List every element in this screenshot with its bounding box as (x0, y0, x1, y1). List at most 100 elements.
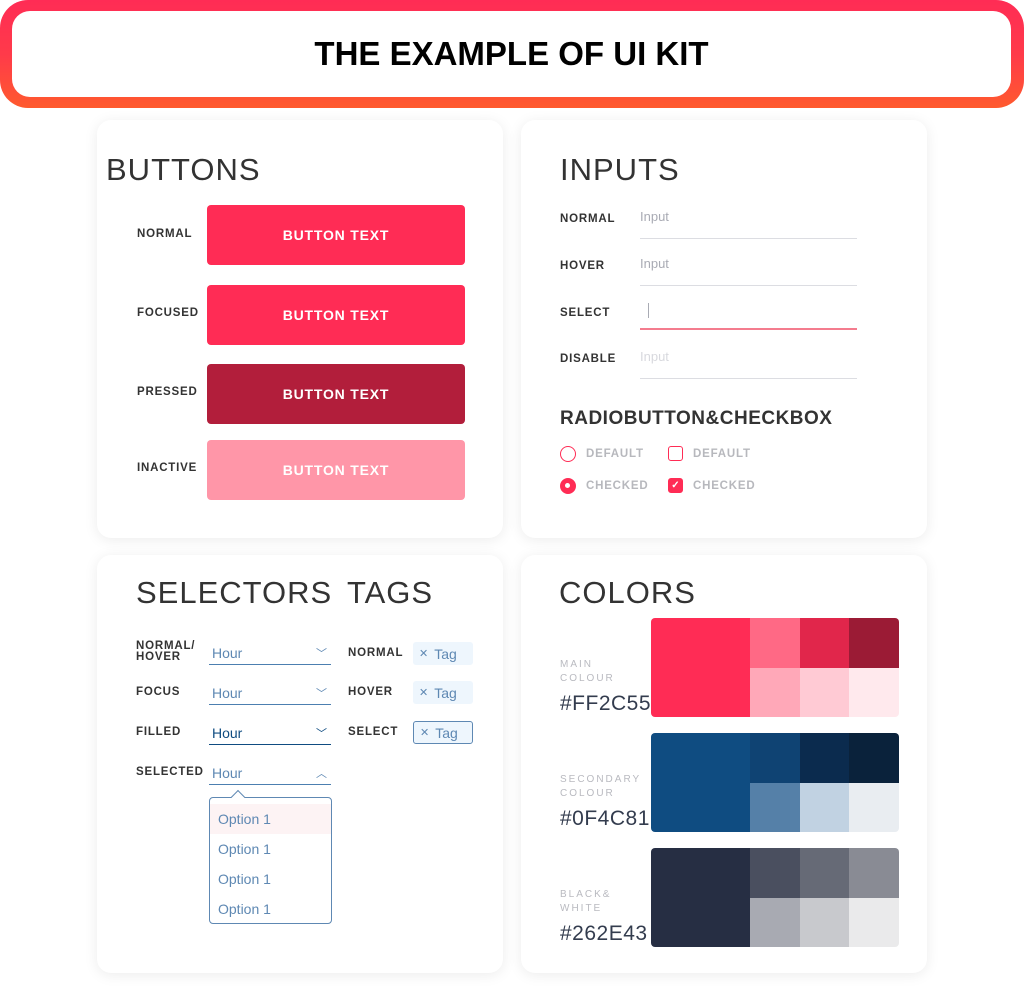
tag-selected[interactable]: ✕ Tag (413, 721, 473, 744)
checkmark-icon: ✓ (668, 478, 683, 493)
page-title: THE EXAMPLE OF UI KIT (314, 35, 709, 72)
radio-default[interactable]: DEFAULT (560, 446, 644, 462)
color-swatch[interactable] (750, 848, 800, 898)
inputs-title: INPUTS (560, 152, 680, 187)
disabled-input: Input (640, 349, 857, 379)
selector-state-label: SELECTED (136, 766, 204, 778)
palette-label: SECONDARY COLOUR (560, 773, 641, 801)
input-state-label: HOVER (560, 260, 605, 272)
color-swatch[interactable] (799, 668, 850, 717)
pressed-button[interactable]: BUTTON TEXT (207, 364, 465, 424)
header-banner-inner: THE EXAMPLE OF UI KIT (12, 11, 1011, 97)
selector-normal[interactable]: Hour ﹀ (209, 642, 331, 665)
color-swatch[interactable] (750, 618, 800, 668)
dropdown-option[interactable]: Option 1 (210, 804, 331, 834)
color-swatch[interactable] (799, 783, 850, 832)
tag-label: Tag (434, 684, 457, 701)
color-swatch[interactable] (849, 848, 899, 898)
tag-label: Tag (435, 724, 458, 741)
color-palette (651, 848, 899, 947)
color-swatch[interactable] (799, 733, 850, 783)
color-swatch[interactable] (849, 898, 899, 947)
color-swatch[interactable] (750, 733, 800, 783)
radio-label: CHECKED (586, 480, 649, 492)
selector-dropdown: Option 1 Option 1 Option 1 Option 1 (209, 797, 332, 924)
palette-label: MAIN COLOUR (560, 658, 615, 686)
dropdown-option[interactable]: Option 1 (210, 864, 331, 894)
palette-label-line: BLACK& (560, 889, 612, 900)
radio-checked[interactable]: CHECKED (560, 478, 648, 494)
input-state-label: DISABLE (560, 353, 617, 365)
selectors-tags-card: SELECTORS TAGS NORMAL/ HOVER Hour ﹀ FOCU… (97, 555, 503, 973)
selectors-title: SELECTORS (136, 575, 333, 610)
inactive-button[interactable]: BUTTON TEXT (207, 440, 465, 500)
close-icon[interactable]: ✕ (420, 726, 429, 739)
dropdown-option[interactable]: Option 1 (210, 894, 331, 924)
selector-state-label: NORMAL/ HOVER (136, 640, 195, 663)
radio-checked-icon (560, 478, 576, 494)
tag-hover[interactable]: ✕ Tag (413, 681, 473, 704)
colors-title: COLORS (559, 575, 696, 610)
palette-hex: #FF2C55 (560, 692, 652, 715)
color-swatch-main[interactable] (651, 733, 750, 832)
radio-label: DEFAULT (586, 448, 644, 460)
color-swatch[interactable] (849, 733, 899, 783)
color-swatch[interactable] (799, 898, 850, 947)
selector-value: Hour (212, 645, 243, 661)
selector-value: Hour (212, 725, 243, 741)
button-state-label: FOCUSED (137, 307, 199, 319)
selector-value: Hour (212, 765, 243, 781)
palette-label-line: SECONDARY (560, 774, 642, 785)
selector-filled[interactable]: Hour ﹀ (209, 722, 331, 745)
color-swatch[interactable] (849, 668, 899, 717)
palette-hex: #262E43 (560, 922, 648, 945)
buttons-card: BUTTONS NORMAL BUTTON TEXT FOCUSED BUTTO… (97, 120, 503, 538)
tag-label: Tag (434, 645, 457, 662)
checkbox-checked[interactable]: ✓ CHECKED (668, 478, 755, 493)
normal-button[interactable]: BUTTON TEXT (207, 205, 465, 265)
color-swatch[interactable] (849, 783, 899, 832)
tag-state-label: SELECT (348, 726, 399, 738)
close-icon[interactable]: ✕ (419, 686, 428, 699)
color-swatch[interactable] (849, 618, 899, 668)
header-banner: THE EXAMPLE OF UI KIT (0, 0, 1024, 108)
tag-state-label: HOVER (348, 686, 393, 698)
color-palette (651, 618, 899, 717)
selector-value: Hour (212, 685, 243, 701)
input-state-label: NORMAL (560, 213, 616, 225)
chevron-down-icon: ﹀ (316, 648, 327, 660)
selector-selected[interactable]: Hour ︿ (209, 762, 331, 785)
color-swatch[interactable] (799, 848, 850, 898)
color-swatch[interactable] (750, 783, 800, 832)
color-swatch[interactable] (750, 898, 800, 947)
color-swatch[interactable] (799, 618, 850, 668)
palette-label-line: COLOUR (560, 788, 615, 799)
radio-checkbox-title: RADIOBUTTON&CHECKBOX (560, 408, 833, 429)
selector-state-label: FOCUS (136, 686, 181, 698)
color-swatch[interactable] (750, 668, 800, 717)
palette-label: BLACK& WHITE (560, 888, 611, 916)
color-swatch-main[interactable] (651, 618, 750, 717)
color-palette (651, 733, 899, 832)
hover-input[interactable]: Input (640, 256, 857, 286)
button-state-label: NORMAL (137, 228, 193, 240)
dropdown-option[interactable]: Option 1 (210, 834, 331, 864)
colors-card: COLORS MAIN COLOUR #FF2C55 SECONDARY COLOUR #… (521, 555, 927, 973)
checkbox-label: CHECKED (693, 479, 756, 492)
buttons-title: BUTTONS (106, 152, 261, 187)
input-state-label: SELECT (560, 307, 611, 319)
color-swatch-main[interactable] (651, 848, 750, 947)
chevron-down-icon: ﹀ (316, 728, 327, 740)
palette-label-line: MAIN (560, 659, 593, 670)
focused-button[interactable]: BUTTON TEXT (207, 285, 465, 345)
select-input[interactable] (640, 300, 857, 330)
normal-input[interactable]: Input (640, 209, 857, 239)
chevron-down-icon: ﹀ (316, 688, 327, 700)
palette-hex: #0F4C81 (560, 807, 650, 830)
tag-normal[interactable]: ✕ Tag (413, 642, 473, 665)
checkbox-default[interactable]: DEFAULT (668, 446, 751, 461)
selector-state-label: FILLED (136, 726, 182, 738)
selector-focus[interactable]: Hour ﹀ (209, 682, 331, 705)
close-icon[interactable]: ✕ (419, 647, 428, 660)
tags-title: TAGS (347, 575, 434, 610)
